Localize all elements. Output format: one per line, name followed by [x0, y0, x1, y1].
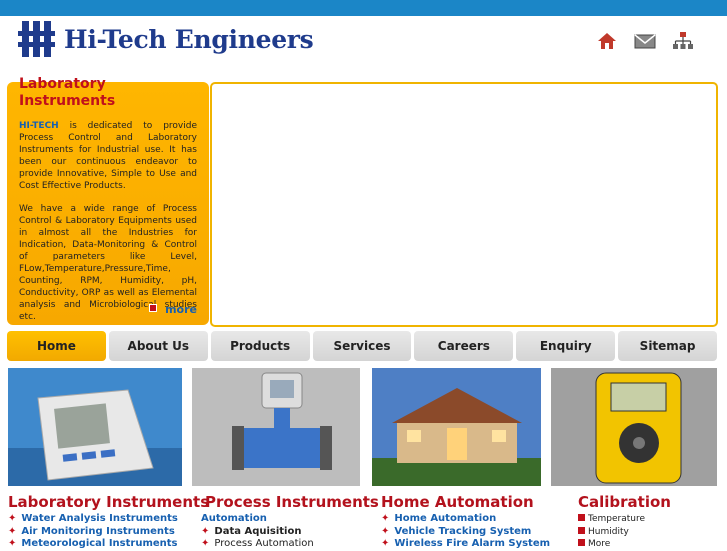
star-icon: ✦	[8, 525, 17, 537]
list-item[interactable]: ✦ Air Monitoring Instruments	[8, 526, 178, 539]
nav-products[interactable]: Products	[210, 331, 310, 361]
intro-paragraph-1: HI-TECH is dedicated to provide Process …	[19, 121, 197, 192]
lab-instrument-photo[interactable]	[8, 368, 182, 486]
section-title-home-automation[interactable]: Home Automation	[381, 493, 534, 511]
logo-icon	[18, 19, 56, 59]
star-icon: ✦	[8, 538, 17, 549]
banner-area	[210, 82, 718, 327]
nav-enquiry[interactable]: Enquiry	[516, 331, 616, 361]
nav-services[interactable]: Services	[312, 331, 412, 361]
list-item[interactable]: Automation	[201, 513, 314, 526]
home-automation-photo[interactable]	[372, 368, 541, 486]
section-title-process[interactable]: Process Instruments	[205, 493, 379, 511]
list-item[interactable]: Temperature	[578, 513, 645, 526]
list-item[interactable]: ✦ Data Aquisition	[201, 526, 314, 539]
list-item[interactable]: ✦ Water Analysis Instruments	[8, 513, 178, 526]
list-item[interactable]: ✦ Wireless Fire Alarm System	[381, 538, 550, 551]
star-icon: ✦	[8, 513, 17, 524]
top-bar	[0, 0, 727, 16]
main-nav: Home About Us Products Services Careers …	[7, 331, 718, 361]
star-icon: ✦	[381, 525, 390, 537]
header-icons	[596, 31, 694, 51]
sitemap-icon[interactable]	[672, 31, 694, 51]
intro-title: Laboratory Instruments	[19, 76, 116, 109]
star-icon: ✦	[381, 538, 390, 549]
star-icon: ✦	[201, 525, 210, 537]
list-item[interactable]: More	[578, 538, 645, 551]
nav-about-us[interactable]: About Us	[108, 331, 208, 361]
star-icon: ✦	[381, 513, 390, 524]
nav-sitemap[interactable]: Sitemap	[618, 331, 718, 361]
site-logo[interactable]: Hi-Tech Engineers	[18, 19, 314, 59]
intro-brand: HI-TECH	[19, 121, 59, 131]
section-title-lab[interactable]: Laboratory Instruments	[8, 493, 209, 511]
process-instrument-photo[interactable]	[192, 368, 360, 486]
home-icon[interactable]	[596, 31, 618, 51]
list-item[interactable]: Humidity	[578, 526, 645, 539]
section-title-calibration[interactable]: Calibration	[578, 493, 671, 511]
mail-icon[interactable]	[634, 31, 656, 51]
calibration-photo[interactable]	[551, 368, 717, 486]
brand-name: Hi-Tech Engineers	[64, 24, 314, 54]
list-item[interactable]: ✦ Meteorological Instruments	[8, 538, 178, 551]
more-link[interactable]: more	[149, 303, 197, 316]
nav-careers[interactable]: Careers	[414, 331, 514, 361]
bullet-icon	[578, 526, 585, 534]
list-item[interactable]: ✦ Home Automation	[381, 513, 550, 526]
list-item[interactable]: ✦ Vehicle Tracking System	[381, 526, 550, 539]
bullet-icon	[578, 514, 585, 521]
intro-panel: Laboratory Instruments HI-TECH is dedica…	[7, 76, 209, 325]
list-item[interactable]: ✦ Process Automation	[201, 538, 314, 551]
star-icon: ✦	[201, 538, 210, 549]
nav-home[interactable]: Home	[7, 331, 106, 361]
